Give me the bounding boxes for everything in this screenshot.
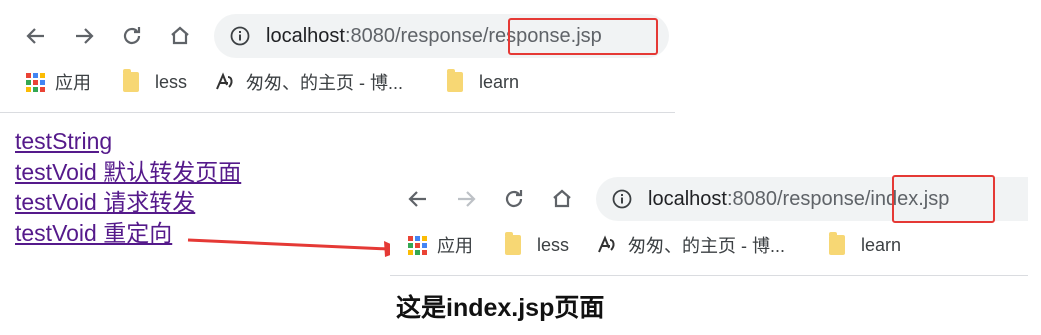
bookmark-blog-label: 匆匆、的主页 - 博... xyxy=(628,236,785,256)
bookmark-apps[interactable]: 应用 xyxy=(408,231,473,259)
reload-button[interactable] xyxy=(500,185,528,213)
home-button[interactable] xyxy=(548,185,576,213)
browser-toolbar-index: localhost:8080/response/index.jsp 应用 les… xyxy=(390,163,1028,276)
highlight-box-url xyxy=(892,175,995,223)
blog-favicon-icon xyxy=(598,235,615,253)
bookmark-less-label: less xyxy=(537,234,570,255)
bookmark-learn-label: learn xyxy=(861,234,902,255)
reload-icon xyxy=(505,190,523,208)
back-arrow-icon xyxy=(408,191,426,207)
url-host: localhost xyxy=(648,188,727,210)
bookmark-blog[interactable]: 匆匆、的主页 - 博... xyxy=(596,231,785,259)
folder-icon xyxy=(505,232,521,255)
back-button[interactable] xyxy=(404,185,432,213)
forward-button[interactable] xyxy=(452,185,480,213)
folder-icon xyxy=(829,232,845,255)
url-path: :8080/response xyxy=(726,188,865,210)
apps-grid-icon xyxy=(408,235,427,255)
page-heading: 这是index.jsp页面 xyxy=(396,294,605,322)
bookmark-less[interactable]: less xyxy=(505,231,569,259)
info-icon[interactable] xyxy=(612,189,632,209)
bookmark-learn[interactable]: learn xyxy=(829,231,901,259)
bookmark-apps-label: 应用 xyxy=(437,236,473,256)
forward-arrow-icon xyxy=(458,191,476,207)
home-icon xyxy=(553,189,571,208)
bookmarks-bar: 应用 less 匆匆、的主页 - 博... learn xyxy=(390,231,1028,263)
